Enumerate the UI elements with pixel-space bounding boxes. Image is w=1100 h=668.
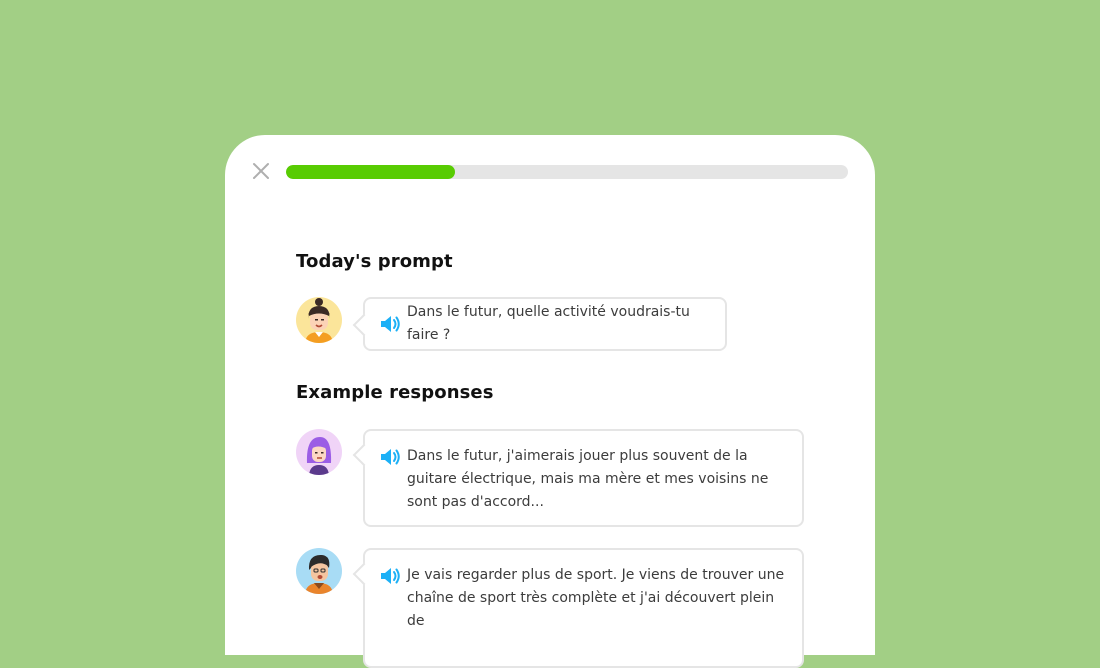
prompt-bubble: Dans le futur, quelle activité voudrais-… (352, 297, 727, 351)
speaker-icon[interactable] (379, 447, 401, 467)
lesson-card: Today's prompt Dans le futur, quelle act… (225, 135, 875, 668)
examples-section-title: Example responses (296, 382, 494, 403)
prompt-section-title: Today's prompt (296, 251, 453, 272)
example-avatar-2 (296, 548, 342, 594)
close-icon[interactable] (251, 161, 271, 181)
speaker-icon[interactable] (379, 566, 401, 586)
example-avatar-1 (296, 429, 342, 475)
prompt-text: Dans le futur, quelle activité voudrais-… (407, 304, 690, 343)
progress-bar (286, 165, 848, 179)
example-bubble-2: Je vais regarder plus de sport. Je viens… (352, 548, 804, 668)
example-response-text-2: Je vais regarder plus de sport. Je viens… (407, 567, 785, 629)
example-response-text-1: Dans le futur, j'aimerais jouer plus sou… (407, 448, 769, 510)
speaker-icon[interactable] (379, 314, 401, 334)
prompt-avatar (296, 297, 342, 343)
example-bubble-1: Dans le futur, j'aimerais jouer plus sou… (352, 429, 804, 527)
progress-fill (286, 165, 455, 179)
